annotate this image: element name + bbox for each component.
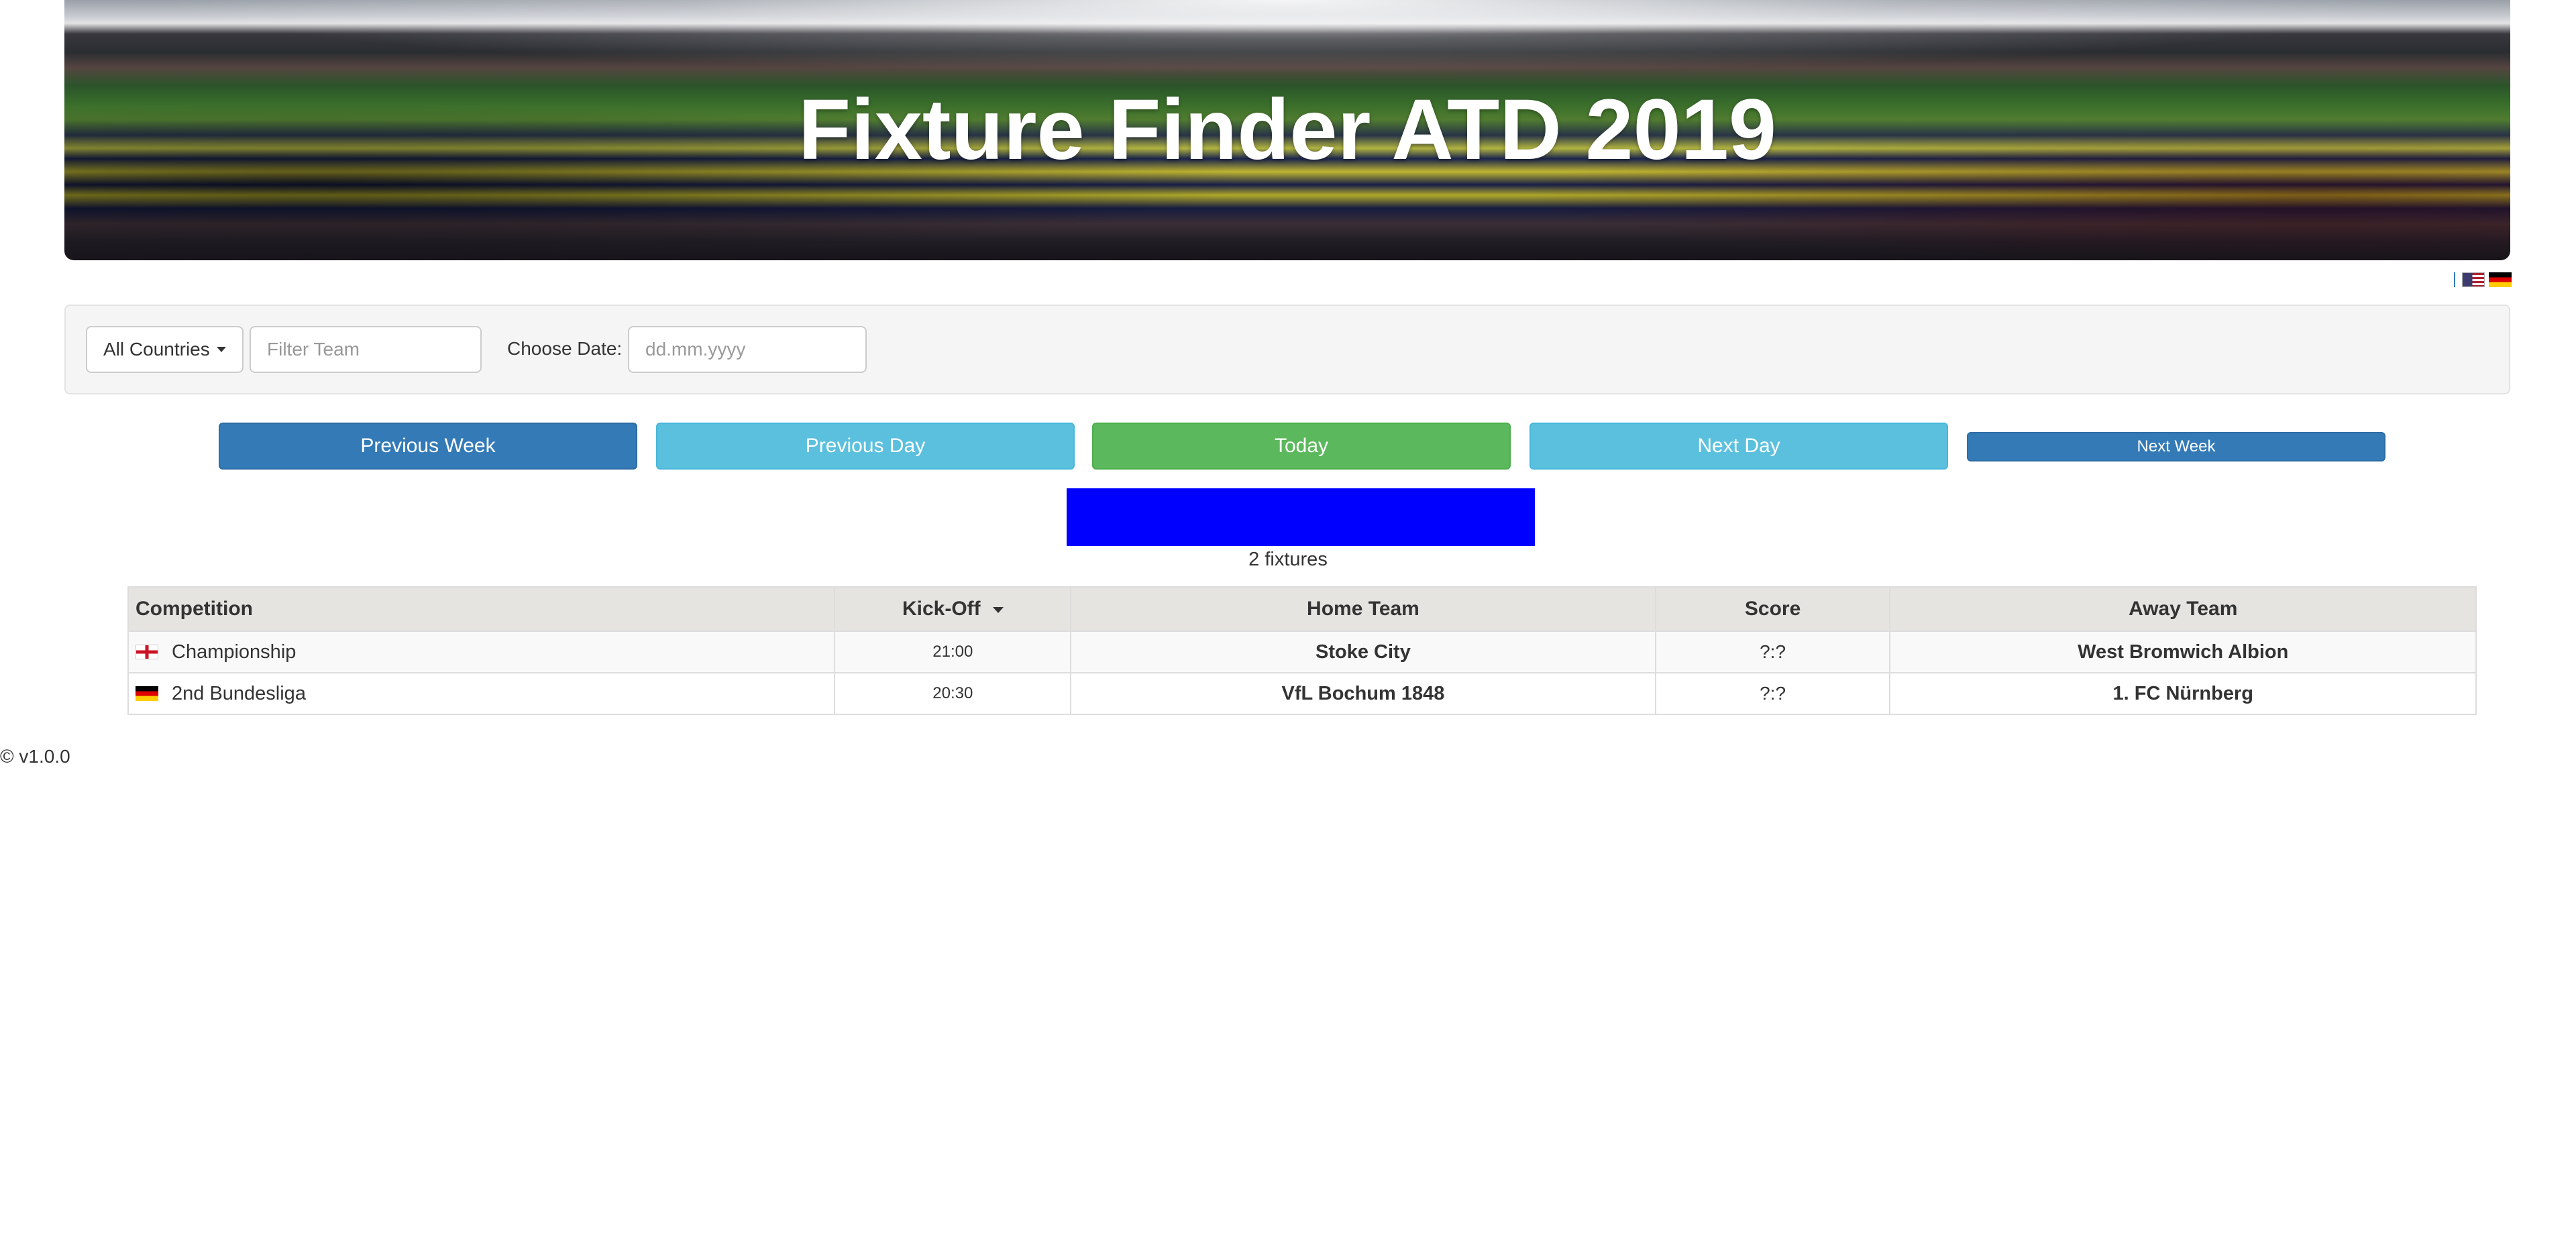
table-header-row: Competition Kick-Off Home Team Score Awa… <box>127 586 2477 632</box>
column-header-away-team[interactable]: Away Team <box>1889 586 2477 632</box>
score-cell: ?:? <box>1654 631 1891 673</box>
column-header-label: Away Team <box>2129 598 2238 620</box>
next-week-button[interactable]: Next Week <box>1967 432 2385 461</box>
previous-day-button[interactable]: Previous Day <box>656 423 1075 470</box>
england-flag-icon <box>136 645 158 659</box>
language-switcher <box>2454 272 2512 287</box>
kickoff-cell: 21:00 <box>834 631 1072 673</box>
competition-cell: 2nd Bundesliga <box>127 672 836 715</box>
home-team-cell: Stoke City <box>1070 631 1656 673</box>
home-team-cell: VfL Bochum 1848 <box>1070 672 1656 715</box>
team-filter-input[interactable] <box>250 326 482 373</box>
column-header-home-team[interactable]: Home Team <box>1070 586 1656 632</box>
kickoff-cell: 20:30 <box>834 672 1072 715</box>
fixture-count: 2 fixtures <box>1248 549 1328 570</box>
competition-name: 2nd Bundesliga <box>172 682 306 704</box>
today-button[interactable]: Today <box>1092 423 1511 470</box>
column-header-competition[interactable]: Competition <box>127 586 836 632</box>
language-divider <box>2454 272 2455 287</box>
fixtures-progress-bar <box>1067 488 1535 546</box>
away-team-cell: West Bromwich Albion <box>1889 631 2477 673</box>
column-header-score[interactable]: Score <box>1654 586 1891 632</box>
country-dropdown-label: All Countries <box>103 339 210 360</box>
german-flag-icon[interactable] <box>2489 272 2512 287</box>
competition-cell: Championship <box>127 631 836 673</box>
us-flag-icon[interactable] <box>2462 272 2485 287</box>
score-cell: ?:? <box>1654 672 1891 715</box>
column-header-kickoff[interactable]: Kick-Off <box>834 586 1072 632</box>
filter-panel: All Countries Choose Date: <box>64 305 2510 394</box>
version-footer: © v1.0.0 <box>0 746 70 767</box>
date-input[interactable] <box>628 326 867 373</box>
page: Fixture Finder ATD 2019 All Countries Ch… <box>0 0 2576 1253</box>
column-header-label: Kick-Off <box>902 598 981 620</box>
column-header-label: Competition <box>136 598 253 620</box>
column-header-label: Home Team <box>1307 598 1419 620</box>
fixtures-table: Competition Kick-Off Home Team Score Awa… <box>127 586 2477 715</box>
sort-descending-icon[interactable] <box>992 606 1004 613</box>
germany-flag-icon <box>136 686 158 701</box>
table-row[interactable]: 2nd Bundesliga 20:30 VfL Bochum 1848 ?:?… <box>127 672 2477 715</box>
previous-week-button[interactable]: Previous Week <box>219 423 637 470</box>
header-banner: Fixture Finder ATD 2019 <box>64 0 2510 260</box>
page-title: Fixture Finder ATD 2019 <box>798 82 1777 178</box>
table-row[interactable]: Championship 21:00 Stoke City ?:? West B… <box>127 631 2477 673</box>
chevron-down-icon <box>216 347 226 352</box>
date-label: Choose Date: <box>507 338 623 359</box>
column-header-label: Score <box>1744 598 1801 620</box>
country-dropdown[interactable]: All Countries <box>86 326 244 373</box>
away-team-cell: 1. FC Nürnberg <box>1889 672 2477 715</box>
next-day-button[interactable]: Next Day <box>1529 423 1948 470</box>
competition-name: Championship <box>172 641 297 663</box>
